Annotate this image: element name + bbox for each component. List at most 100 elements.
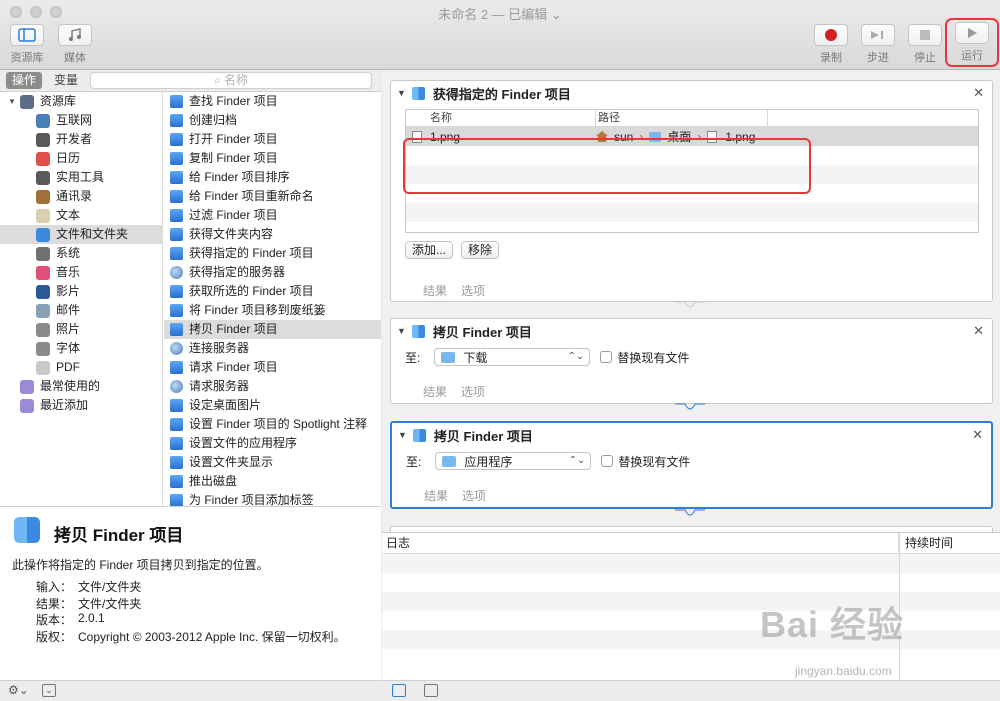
list-item[interactable]: 打开 Finder 项目 bbox=[164, 130, 381, 149]
sidebar-item[interactable]: 文本 bbox=[0, 206, 162, 225]
action-label: 推出磁盘 bbox=[189, 474, 238, 488]
destination-popup[interactable]: 应用程序 ⌃⌄ bbox=[435, 452, 592, 470]
library-toggle-button[interactable]: 资源库 bbox=[4, 24, 50, 65]
action-card-copy-finder-items-downloads: ▼ 拷贝 Finder 项目 ✕ 至: 下载 ⌃⌄ 替换现有文件 结果 选项 bbox=[390, 318, 993, 404]
remove-button[interactable]: 移除 bbox=[461, 241, 500, 259]
results-toggle[interactable]: 结果 bbox=[424, 487, 448, 504]
version-label: 版本： bbox=[36, 613, 73, 627]
column-path[interactable]: 路径 bbox=[596, 110, 768, 126]
list-item[interactable]: 设置文件的应用程序 bbox=[164, 434, 381, 453]
disclosure-triangle-icon[interactable]: ▼ bbox=[397, 88, 406, 98]
list-view-icon[interactable] bbox=[392, 684, 406, 697]
list-item[interactable]: 将 Finder 项目移到废纸篓 bbox=[164, 301, 381, 320]
list-item[interactable]: 查找 Finder 项目 bbox=[164, 92, 381, 111]
list-item[interactable]: 给 Finder 项目排序 bbox=[164, 168, 381, 187]
tools-icon bbox=[36, 132, 50, 147]
stop-button[interactable]: 停止 bbox=[902, 24, 948, 65]
sidebar-item-label: 日历 bbox=[56, 151, 81, 165]
sidebar-item[interactable]: 最近添加 bbox=[0, 396, 162, 415]
sidebar-item[interactable]: 文件和文件夹 bbox=[0, 225, 162, 244]
list-item[interactable]: 获得指定的 Finder 项目 bbox=[164, 244, 381, 263]
smart-folder-icon bbox=[20, 398, 34, 413]
sidebar-item[interactable]: 照片 bbox=[0, 320, 162, 339]
gear-icon[interactable]: ⚙︎⌄ bbox=[8, 683, 29, 697]
tab-actions[interactable]: 操作 bbox=[6, 72, 42, 89]
sidebar-item[interactable]: 影片 bbox=[0, 282, 162, 301]
results-toggle[interactable]: 结果 bbox=[423, 282, 447, 299]
destination-popup[interactable]: 下载 ⌃⌄ bbox=[434, 348, 591, 366]
close-icon[interactable]: ✕ bbox=[973, 323, 984, 339]
copyright-label: 版权： bbox=[36, 629, 73, 644]
list-item[interactable]: 复制 Finder 项目 bbox=[164, 149, 381, 168]
list-item[interactable]: 设置文件夹显示 bbox=[164, 453, 381, 472]
list-item[interactable]: 设定桌面图片 bbox=[164, 396, 381, 415]
finder-icon bbox=[170, 133, 183, 146]
media-button[interactable]: 媒体 bbox=[52, 24, 98, 65]
sidebar-item[interactable]: 日历 bbox=[0, 149, 162, 168]
finder-icon bbox=[170, 285, 183, 298]
watermark-url: jingyan.baidu.com bbox=[795, 664, 892, 678]
list-item[interactable]: 创建归档 bbox=[164, 111, 381, 130]
sidebar-item[interactable]: 通讯录 bbox=[0, 187, 162, 206]
destination-value: 应用程序 bbox=[464, 454, 513, 469]
column-name[interactable]: 名称 bbox=[406, 110, 596, 126]
sidebar-item[interactable]: 系统 bbox=[0, 244, 162, 263]
list-item[interactable]: 设置 Finder 项目的 Spotlight 注释 bbox=[164, 415, 381, 434]
action-card-copy-finder-items-applications: ▼ 拷贝 Finder 项目 ✕ 至: 应用程序 ⌃⌄ 替换现有文件 结果 选项 bbox=[390, 421, 993, 509]
options-toggle[interactable]: 选项 bbox=[461, 282, 485, 299]
list-item[interactable]: 推出磁盘 bbox=[164, 472, 381, 491]
sidebar-item[interactable]: 邮件 bbox=[0, 301, 162, 320]
list-item[interactable]: 请求服务器 bbox=[164, 377, 381, 396]
disclosure-triangle-icon[interactable]: ▼ bbox=[398, 430, 407, 440]
options-toggle[interactable]: 选项 bbox=[462, 487, 486, 504]
tab-variables[interactable]: 变量 bbox=[48, 72, 84, 89]
list-item[interactable]: 连接服务器 bbox=[164, 339, 381, 358]
list-item[interactable]: 获得文件夹内容 bbox=[164, 225, 381, 244]
list-item[interactable]: 为 Finder 项目添加标签 bbox=[164, 491, 381, 506]
card-header: ▼ 获得指定的 Finder 项目 ✕ bbox=[391, 81, 992, 105]
disclosure-triangle-icon[interactable]: ▼ bbox=[397, 326, 406, 336]
results-toggle[interactable]: 结果 bbox=[423, 383, 447, 400]
run-button[interactable]: 运行 bbox=[945, 18, 999, 67]
close-icon[interactable]: ✕ bbox=[973, 85, 984, 101]
list-item[interactable]: 过滤 Finder 项目 bbox=[164, 206, 381, 225]
list-item[interactable]: 获得指定的服务器 bbox=[164, 263, 381, 282]
column-duration[interactable]: 持续时间 bbox=[899, 533, 953, 553]
sidebar-item[interactable]: 实用工具 bbox=[0, 168, 162, 187]
replace-label: 替换现有文件 bbox=[618, 454, 691, 469]
split-view-icon[interactable] bbox=[424, 684, 438, 697]
sidebar-item[interactable]: 音乐 bbox=[0, 263, 162, 282]
close-icon[interactable]: ✕ bbox=[972, 427, 983, 443]
search-input[interactable]: ⌕ 名称 bbox=[90, 72, 372, 89]
step-button[interactable]: 步进 bbox=[855, 24, 901, 65]
replace-checkbox[interactable] bbox=[601, 455, 614, 467]
record-button[interactable]: 录制 bbox=[808, 24, 854, 65]
sidebar-item[interactable]: 字体 bbox=[0, 339, 162, 358]
options-toggle[interactable]: 选项 bbox=[461, 383, 485, 400]
list-item[interactable]: 获取所选的 Finder 项目 bbox=[164, 282, 381, 301]
sidebar-item[interactable]: ▼ 资源库 bbox=[0, 92, 162, 111]
system-icon bbox=[36, 246, 50, 261]
connector-icon bbox=[675, 301, 705, 308]
list-item[interactable]: 请求 Finder 项目 bbox=[164, 358, 381, 377]
action-label: 为 Finder 项目添加标签 bbox=[189, 493, 314, 506]
sidebar-item[interactable]: 开发者 bbox=[0, 130, 162, 149]
list-item[interactable]: 给 Finder 项目重新命名 bbox=[164, 187, 381, 206]
disclosure-triangle-icon[interactable]: ▼ bbox=[8, 92, 16, 111]
to-label: 至: bbox=[405, 350, 421, 365]
finder-icon bbox=[170, 323, 183, 336]
sidebar-item[interactable]: 最常使用的 bbox=[0, 377, 162, 396]
replace-checkbox[interactable] bbox=[600, 351, 613, 363]
add-button[interactable]: 添加... bbox=[405, 241, 454, 259]
sidebar-item-label: 最近添加 bbox=[40, 398, 89, 412]
library-panel: 操作 变量 ⌕ 名称 ▼ 资源库 互联网 开发者日历实用工具 通讯录 文本 文件和文件夹 系统… bbox=[0, 70, 381, 701]
sidebar-item[interactable]: 互联网 bbox=[0, 111, 162, 130]
finder-icon bbox=[14, 517, 40, 543]
column-log[interactable]: 日志 bbox=[382, 533, 899, 553]
action-label: 过滤 Finder 项目 bbox=[189, 208, 278, 222]
library-bottom-bar: ⚙︎⌄ ⌄ bbox=[0, 680, 381, 701]
action-label: 给 Finder 项目排序 bbox=[189, 170, 290, 184]
sidebar-item[interactable]: PDF bbox=[0, 358, 162, 377]
description-toggle-icon[interactable]: ⌄ bbox=[42, 684, 56, 697]
list-item[interactable]: 拷贝 Finder 项目 bbox=[164, 320, 381, 339]
